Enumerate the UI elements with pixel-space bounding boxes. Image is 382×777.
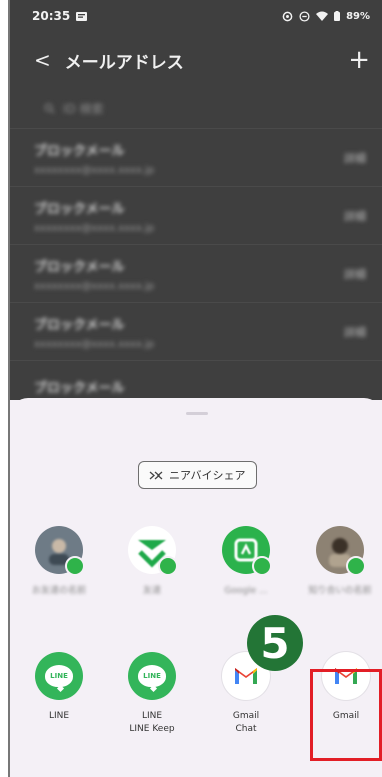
nearby-share-button[interactable]: ニアバイシェア xyxy=(138,461,257,489)
list-item-action[interactable]: 詳細 xyxy=(344,324,366,340)
address-list: ブロックメール xxxxxxxx@xxxx.xxxx.jp 詳細 ブロックメール… xyxy=(10,128,382,418)
app-label: Gmail xyxy=(232,711,260,721)
back-arrow-icon[interactable]: < xyxy=(34,48,51,72)
app-sublabel: LINE Keep xyxy=(129,724,175,735)
search-bar[interactable]: ID 検索 xyxy=(10,88,382,128)
nearby-share-label: ニアバイシェア xyxy=(169,469,246,482)
list-item-title: ブロックメール xyxy=(34,143,125,159)
avatar xyxy=(128,526,178,576)
line-badge-icon xyxy=(346,556,366,576)
email-address-screen: 20:35 89% < メールアドレス + ID 検索 ブロックメール xxxx… xyxy=(10,0,382,400)
list-item-subtitle: xxxxxxxx@xxxx.xxxx.jp xyxy=(34,338,155,350)
list-item[interactable]: ブロックメール xxxxxxxx@xxxx.xxxx.jp 詳細 xyxy=(10,186,382,244)
contact-name: Google ... xyxy=(224,586,268,596)
direct-share-row: お友達の名前 友達 Google ... 知り合いの名前 xyxy=(10,526,382,636)
app-sublabel: Chat xyxy=(235,724,257,735)
direct-share-contact[interactable]: 知り合いの名前 xyxy=(300,526,380,598)
drag-handle[interactable] xyxy=(186,412,208,415)
app-label: LINE xyxy=(48,711,70,721)
search-text: ID 検索 xyxy=(63,101,104,116)
list-item-subtitle: xxxxxxxx@xxxx.xxxx.jp xyxy=(34,222,155,234)
share-target-line-keep[interactable]: LINE LINE LINE Keep xyxy=(112,652,192,736)
avatar xyxy=(35,526,85,576)
message-icon xyxy=(76,11,88,21)
list-item-action[interactable]: 詳細 xyxy=(344,208,366,224)
phone-screen: 20:35 89% < メールアドレス + ID 検索 ブロックメール xxxx… xyxy=(10,0,382,777)
direct-share-contact[interactable]: Google ... xyxy=(206,526,286,598)
share-target-line[interactable]: LINE LINE xyxy=(19,652,99,723)
list-item-action[interactable]: 詳細 xyxy=(344,266,366,282)
contact-name: お友達の名前 xyxy=(31,586,86,596)
app-bar: < メールアドレス + xyxy=(10,32,382,88)
add-icon[interactable]: + xyxy=(348,45,370,75)
direct-share-contact[interactable]: お友達の名前 xyxy=(19,526,99,598)
line-badge-icon xyxy=(65,556,85,576)
battery-level: 89% xyxy=(346,10,370,22)
avatar xyxy=(222,526,272,576)
list-item-subtitle: xxxxxxxx@xxxx.xxxx.jp xyxy=(34,164,155,176)
direct-share-contact[interactable]: 友達 xyxy=(112,526,192,598)
step-number-badge: 5 xyxy=(247,615,303,671)
search-icon xyxy=(44,103,55,114)
list-item-title: ブロックメール xyxy=(34,259,125,275)
nearby-share-icon xyxy=(149,471,163,479)
line-badge-icon xyxy=(252,556,272,576)
battery-icon xyxy=(334,11,341,21)
app-label: LINE xyxy=(141,711,163,721)
list-item[interactable]: ブロックメール xxxxxxxx@xxxx.xxxx.jp 詳細 xyxy=(10,302,382,360)
list-item-title: ブロックメール xyxy=(34,381,125,396)
status-bar: 20:35 89% xyxy=(10,0,382,32)
contact-name: 知り合いの名前 xyxy=(308,586,372,596)
line-badge-icon xyxy=(158,556,178,576)
line-icon: LINE xyxy=(35,652,83,700)
highlight-box xyxy=(310,669,382,761)
list-item[interactable]: ブロックメール xxxxxxxx@xxxx.xxxx.jp 詳細 xyxy=(10,244,382,302)
line-icon: LINE xyxy=(128,652,176,700)
list-item-title: ブロックメール xyxy=(34,317,125,333)
status-time: 20:35 xyxy=(32,9,71,23)
list-item-title: ブロックメール xyxy=(34,201,125,217)
alarm-icon xyxy=(299,10,310,22)
contact-name: 友達 xyxy=(142,586,161,596)
list-item[interactable]: ブロックメール xxxxxxxx@xxxx.xxxx.jp 詳細 xyxy=(10,128,382,186)
location-icon xyxy=(282,11,293,21)
list-item-action[interactable]: 詳細 xyxy=(344,150,366,166)
page-title: メールアドレス xyxy=(64,52,184,73)
wifi-icon xyxy=(316,11,329,21)
avatar xyxy=(316,526,366,576)
list-item-subtitle: xxxxxxxx@xxxx.xxxx.jp xyxy=(34,280,155,292)
